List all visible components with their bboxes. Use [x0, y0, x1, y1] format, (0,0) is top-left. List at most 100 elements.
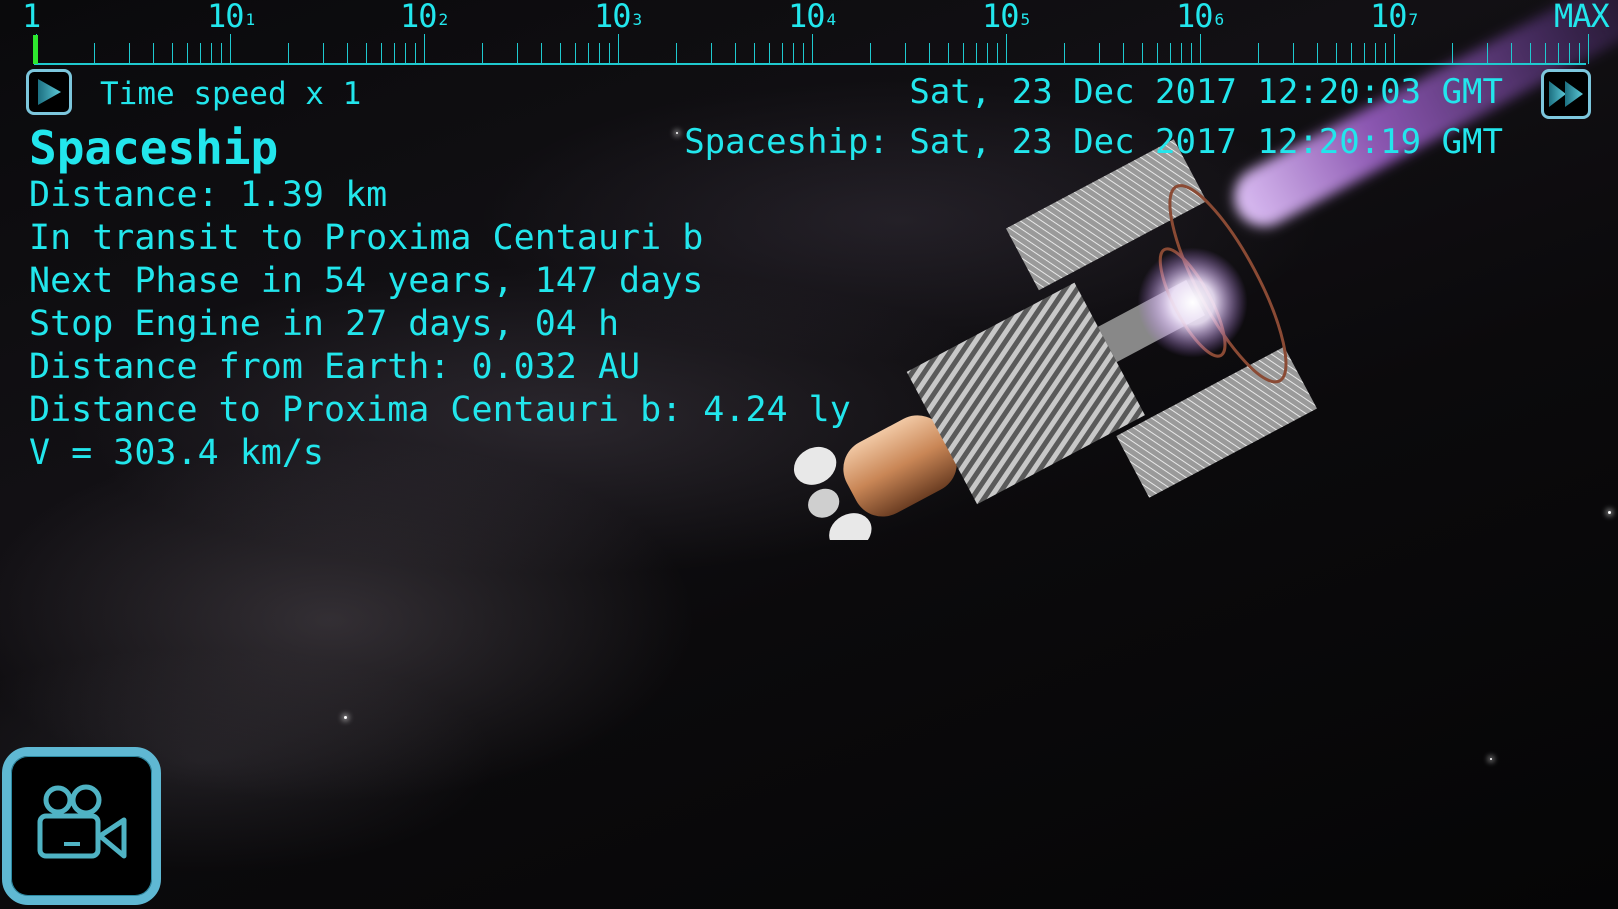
scale-minor-tick	[540, 43, 542, 64]
scale-minor-tick	[947, 43, 949, 64]
scale-minor-tick	[987, 43, 989, 64]
scale-minor-tick	[221, 43, 223, 64]
scale-major-tick	[424, 34, 425, 64]
scale-minor-tick	[1452, 43, 1454, 64]
scale-minor-tick	[1486, 43, 1488, 64]
transit-line: In transit to Proxima Centauri b	[29, 218, 704, 258]
scale-minor-tick	[793, 43, 795, 64]
scale-major-tick	[1006, 34, 1007, 64]
scale-minor-tick	[676, 43, 678, 64]
time-speed-scale[interactable]: 1 10 1 10 2 10 3 10 4 10 5 10 6 10 7 MAX	[0, 0, 1618, 66]
scale-minor-tick	[152, 43, 154, 64]
scale-label-10e7: 10 7	[1370, 0, 1418, 35]
scale-minor-tick	[1579, 43, 1581, 64]
scale-minor-tick	[405, 43, 407, 64]
scale-minor-tick	[482, 43, 484, 64]
scale-minor-tick	[1557, 43, 1559, 64]
scale-minor-tick	[1544, 43, 1546, 64]
scale-minor-tick	[1169, 43, 1171, 64]
star	[344, 716, 347, 719]
distance-line: Distance: 1.39 km	[29, 175, 388, 215]
scale-minor-tick	[1098, 43, 1100, 64]
scale-minor-tick	[186, 43, 188, 64]
scale-label-10e2: 10 2	[400, 0, 448, 35]
scale-minor-tick	[1375, 43, 1377, 64]
scale-minor-tick	[1292, 43, 1294, 64]
scale-minor-tick	[962, 43, 964, 64]
scale-minor-tick	[1569, 43, 1571, 64]
scale-minor-tick	[587, 43, 589, 64]
scale-minor-tick	[1181, 43, 1183, 64]
scale-minor-tick	[393, 43, 395, 64]
time-speed-label: Time speed x 1	[100, 76, 362, 112]
scale-minor-tick	[559, 43, 561, 64]
scale-minor-tick	[734, 43, 736, 64]
scale-minor-tick	[1141, 43, 1143, 64]
scale-minor-tick	[516, 43, 518, 64]
scale-minor-tick	[1529, 43, 1531, 64]
velocity-line: V = 303.4 km/s	[29, 433, 325, 473]
scale-max-tick	[1588, 34, 1589, 64]
distance-from-earth-line: Distance from Earth: 0.032 AU	[29, 347, 641, 387]
scale-minor-tick	[997, 43, 999, 64]
fast-forward-button[interactable]	[1541, 69, 1591, 119]
scale-major-tick	[812, 34, 813, 64]
scale-minor-tick	[1510, 43, 1512, 64]
scale-label-10e3: 10 3	[594, 0, 642, 35]
scale-minor-tick	[1385, 43, 1387, 64]
scale-minor-tick	[1316, 43, 1318, 64]
scale-minor-tick	[94, 43, 96, 64]
star	[1490, 758, 1492, 760]
camera-button[interactable]	[2, 747, 161, 905]
scale-minor-tick	[710, 43, 712, 64]
scale-label-max: MAX	[1554, 0, 1610, 35]
scale-minor-tick	[870, 43, 872, 64]
scale-minor-tick	[211, 43, 213, 64]
scale-minor-tick	[322, 43, 324, 64]
next-phase-line: Next Phase in 54 years, 147 days	[29, 261, 704, 301]
scale-major-tick	[1394, 34, 1395, 64]
scale-minor-tick	[415, 43, 417, 64]
stop-engine-line: Stop Engine in 27 days, 04 h	[29, 304, 620, 344]
scale-track[interactable]	[34, 63, 1586, 65]
scale-label-10e5: 10 5	[982, 0, 1030, 35]
scale-major-tick	[1200, 34, 1201, 64]
info-panel: Distance: 1.39 km In transit to Proxima …	[29, 174, 851, 475]
scale-minor-tick	[609, 43, 611, 64]
star	[676, 132, 678, 134]
scale-major-tick	[230, 34, 231, 64]
scale-minor-tick	[1064, 43, 1066, 64]
scale-label-1: 1	[22, 0, 41, 35]
scale-minor-tick	[904, 43, 906, 64]
scale-minor-tick	[1350, 43, 1352, 64]
time-speed-indicator[interactable]	[33, 35, 38, 64]
star	[1608, 511, 1611, 514]
scale-label-10e4: 10 4	[788, 0, 836, 35]
scale-label-10e6: 10 6	[1176, 0, 1224, 35]
scale-minor-tick	[365, 43, 367, 64]
scale-minor-tick	[975, 43, 977, 64]
play-icon	[38, 79, 61, 105]
distance-to-target-line: Distance to Proxima Centauri b: 4.24 ly	[29, 390, 851, 430]
scale-minor-tick	[753, 43, 755, 64]
scale-minor-tick	[1335, 43, 1337, 64]
scale-minor-tick	[768, 43, 770, 64]
fast-forward-icon	[1549, 81, 1583, 107]
scale-minor-tick	[574, 43, 576, 64]
scale-minor-tick	[1258, 43, 1260, 64]
scale-minor-tick	[1191, 43, 1193, 64]
play-button[interactable]	[26, 69, 72, 115]
scale-minor-tick	[171, 43, 173, 64]
earth-time: Sat, 23 Dec 2017 12:20:03 GMT	[909, 72, 1503, 112]
scale-minor-tick	[199, 43, 201, 64]
scale-minor-tick	[288, 43, 290, 64]
video-camera-icon	[37, 784, 126, 859]
scale-minor-tick	[928, 43, 930, 64]
ship-time: Spaceship: Sat, 23 Dec 2017 12:20:19 GMT	[684, 122, 1503, 162]
scale-label-10e1: 10 1	[207, 0, 255, 35]
scale-major-tick	[618, 34, 619, 64]
scale-minor-tick	[803, 43, 805, 64]
scale-minor-tick	[599, 43, 601, 64]
scale-minor-tick	[781, 43, 783, 64]
scale-minor-tick	[346, 43, 348, 64]
